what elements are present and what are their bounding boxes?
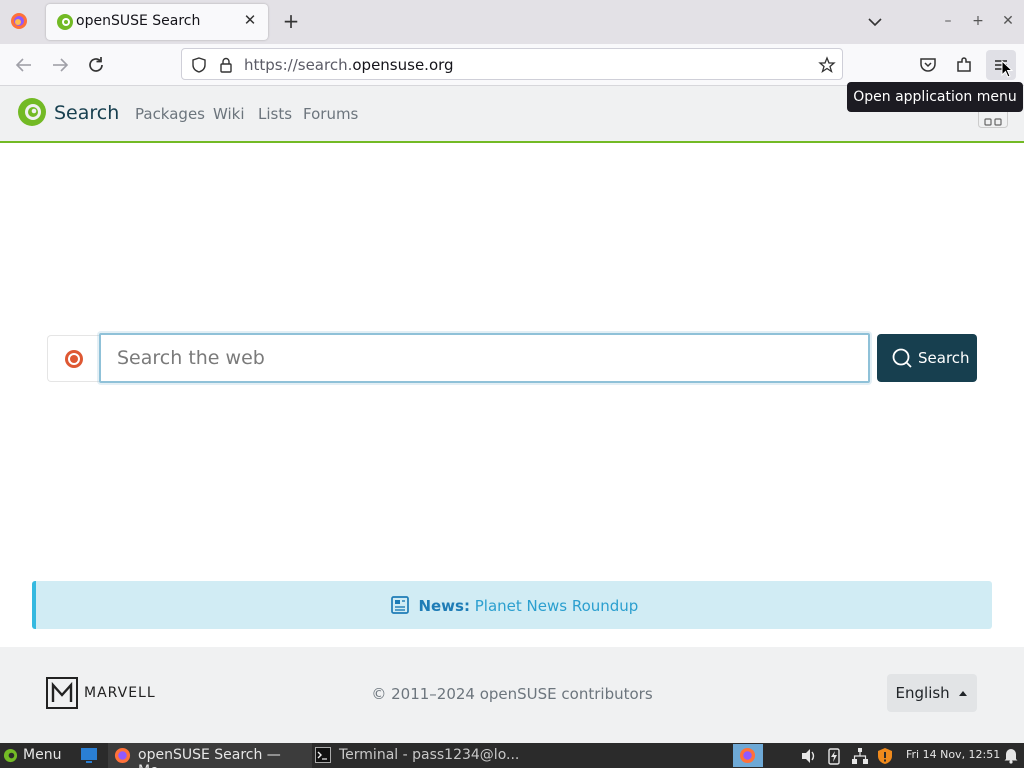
show-desktop-icon[interactable] (80, 747, 98, 764)
taskbar-task-firefox[interactable]: openSUSE Search — Mo... (108, 743, 312, 768)
firefox-icon (114, 747, 131, 764)
volume-icon[interactable] (800, 748, 818, 764)
nav-link-packages[interactable]: Packages (135, 105, 205, 123)
app-menu-tooltip: Open application menu (847, 82, 1023, 112)
terminal-icon (315, 747, 331, 763)
lock-icon[interactable] (217, 56, 235, 74)
mouse-cursor-icon (1001, 60, 1014, 78)
tab-strip: openSUSE Search ✕ + – + ✕ (0, 0, 1024, 44)
update-shield-icon[interactable] (876, 747, 894, 765)
news-link[interactable]: Planet News Roundup (475, 597, 639, 615)
close-window-button[interactable]: ✕ (998, 10, 1018, 32)
nav-link-forums[interactable]: Forums (303, 105, 358, 123)
maximize-button[interactable]: + (968, 10, 988, 32)
opensuse-logo-icon[interactable] (16, 96, 48, 128)
network-icon[interactable] (851, 747, 869, 765)
url-bar[interactable]: https://search.opensuse.org (181, 48, 843, 80)
notification-bell-icon[interactable] (1003, 747, 1019, 764)
nav-toolbar: https://search.opensuse.org (0, 44, 1024, 86)
taskbar-task-firefox-label: openSUSE Search — Mo... (138, 747, 281, 768)
system-taskbar: Menu openSUSE Search — Mo... Terminal - … (0, 743, 1024, 768)
firefox-icon[interactable] (8, 10, 30, 32)
pocket-icon[interactable] (918, 55, 938, 75)
site-brand[interactable]: Search (54, 102, 119, 124)
minimize-button[interactable]: – (938, 10, 958, 32)
newspaper-icon (390, 596, 409, 614)
search-icon (892, 348, 912, 368)
taskbar-task-terminal-label: Terminal - pass1234@lo... (339, 747, 520, 763)
chevron-down-icon[interactable] (866, 13, 884, 31)
url-text[interactable]: https://search.opensuse.org (244, 56, 454, 74)
copyright-text: © 2011–2024 openSUSE contributors (371, 685, 653, 703)
nav-link-lists[interactable]: Lists (258, 105, 292, 123)
app-menu-button[interactable] (986, 50, 1016, 80)
shield-icon[interactable] (190, 56, 208, 74)
caret-up-icon (959, 691, 968, 696)
search-input[interactable] (99, 333, 870, 383)
back-arrow-icon[interactable] (12, 53, 36, 77)
extensions-icon[interactable] (954, 55, 974, 75)
tray-firefox-button[interactable] (733, 744, 763, 767)
opensuse-favicon-icon (57, 14, 73, 30)
nav-link-wiki[interactable]: Wiki (213, 105, 245, 123)
site-footer: MARVELL © 2011–2024 openSUSE contributor… (0, 647, 1024, 743)
tab-opensuse-search[interactable]: openSUSE Search ✕ (46, 4, 268, 40)
taskbar-task-terminal[interactable]: Terminal - pass1234@lo... (312, 743, 524, 768)
duckduckgo-icon (65, 350, 83, 368)
battery-icon[interactable] (828, 747, 840, 765)
language-label: English (895, 684, 950, 702)
new-tab-button[interactable]: + (280, 10, 302, 32)
news-banner: News: Planet News Roundup (32, 581, 992, 629)
bookmark-star-icon[interactable] (818, 56, 836, 74)
taskbar-menu-button[interactable]: Menu (23, 747, 61, 763)
forward-arrow-icon[interactable] (48, 53, 72, 77)
taskbar-clock[interactable]: Fri 14 Nov, 12:51 (906, 748, 1000, 761)
news-label: News: (418, 597, 470, 615)
tab-close-icon[interactable]: ✕ (240, 11, 260, 29)
tab-title: openSUSE Search (76, 13, 201, 29)
search-button-label: Search (918, 349, 970, 367)
reload-icon[interactable] (84, 53, 108, 77)
search-button[interactable]: Search (877, 334, 977, 382)
language-selector[interactable]: English (887, 674, 977, 712)
opensuse-menu-icon[interactable] (3, 748, 18, 763)
firefox-icon (739, 747, 756, 764)
search-engine-selector[interactable] (47, 335, 99, 382)
